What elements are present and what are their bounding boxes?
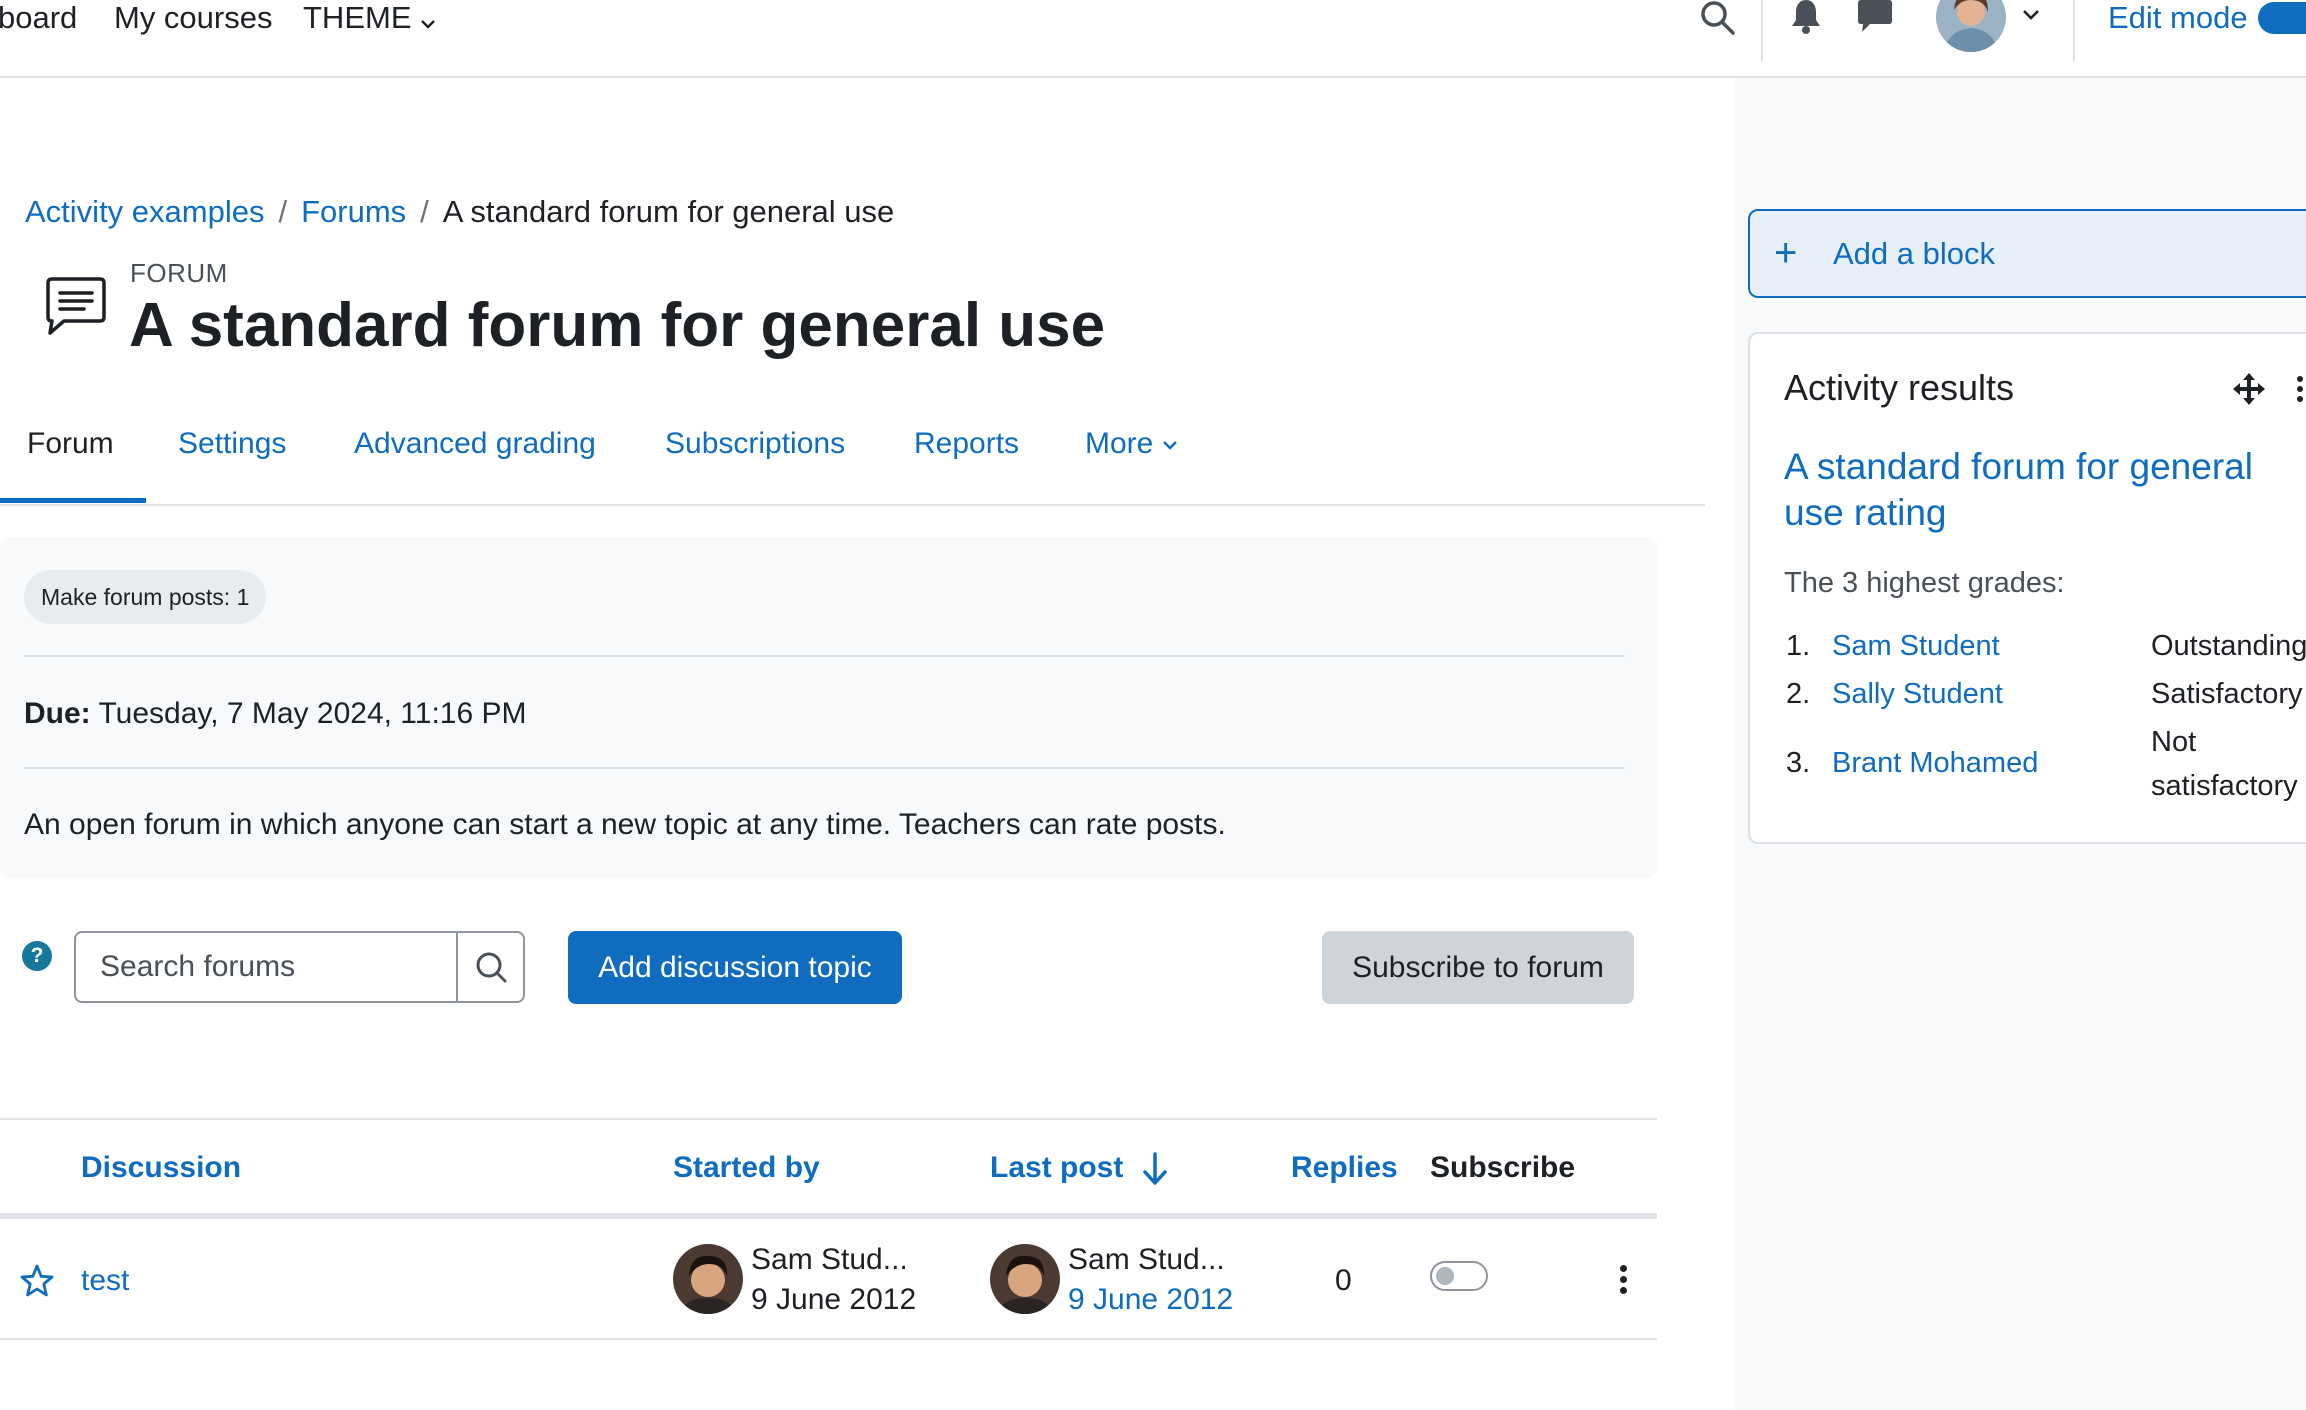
column-header-last-post-label: Last post	[990, 1151, 1124, 1184]
completion-badge: Make forum posts: 1	[24, 570, 267, 624]
tab-forum[interactable]: Forum	[0, 418, 146, 503]
avatar[interactable]	[990, 1244, 1060, 1314]
subscribe-to-forum-button[interactable]: Subscribe to forum	[1322, 931, 1634, 1004]
add-block-label: Add a block	[1833, 236, 1995, 271]
column-header-last-post[interactable]: Last post	[990, 1148, 1168, 1188]
nav-dashboard[interactable]: board	[0, 0, 77, 36]
forum-icon	[44, 275, 108, 344]
discussion-actions-menu-icon[interactable]	[1615, 1265, 1631, 1297]
due-date: Due: Tuesday, 7 May 2024, 11:16 PM	[24, 694, 526, 734]
divider	[24, 655, 1625, 657]
tab-reports[interactable]: Reports	[914, 418, 1019, 502]
activity-results-link[interactable]: A standard forum for general use rating	[1784, 444, 2304, 536]
divider	[24, 767, 1625, 769]
grade-rank: 3.	[1786, 747, 1811, 779]
nav-theme-menu[interactable]: THEME	[303, 0, 436, 36]
breadcrumb-separator: /	[278, 194, 288, 229]
avatar[interactable]	[673, 1244, 743, 1314]
bell-icon[interactable]	[1790, 0, 1822, 39]
add-discussion-topic-button[interactable]: Add discussion topic	[568, 931, 902, 1004]
breadcrumb: Activity examples / Forums / A standard foru…	[25, 192, 894, 232]
user-menu-chevron-icon[interactable]	[2022, 8, 2040, 26]
search-button[interactable]	[456, 933, 525, 1001]
due-value: Tuesday, 7 May 2024, 11:16 PM	[98, 697, 527, 730]
search-icon[interactable]	[1700, 0, 1736, 41]
move-icon[interactable]	[2232, 372, 2266, 411]
user-avatar[interactable]	[1936, 0, 2006, 52]
grades-heading: The 3 highest grades:	[1784, 567, 2065, 599]
star-icon[interactable]	[20, 1264, 54, 1303]
tab-more-label: More	[1085, 427, 1154, 460]
edit-mode-label[interactable]: Edit mode	[2108, 0, 2248, 36]
last-post-date-link[interactable]: 9 June 2012	[1068, 1280, 1233, 1320]
last-post-name: Sam Stud...	[1068, 1243, 1225, 1276]
nav-divider	[1761, 0, 1763, 62]
discussion-title-link[interactable]: test	[81, 1261, 129, 1301]
block-actions-menu-icon[interactable]	[2297, 376, 2303, 406]
tab-advanced-grading[interactable]: Advanced grading	[354, 418, 596, 502]
replies-count[interactable]: 0	[1335, 1261, 1352, 1301]
grade-student-link[interactable]: Sally Student	[1832, 674, 2003, 714]
chevron-down-icon	[1162, 427, 1178, 460]
nav-theme-label: THEME	[303, 0, 412, 35]
page-title: A standard forum for general use	[129, 291, 1106, 360]
grade-student-link[interactable]: Brant Mohamed	[1832, 743, 2038, 783]
edit-mode-toggle[interactable]	[2258, 2, 2306, 34]
chevron-down-icon	[420, 2, 436, 38]
activity-type-label: FORUM	[130, 258, 228, 288]
messages-icon[interactable]	[1858, 0, 1892, 39]
column-header-discussion[interactable]: Discussion	[81, 1148, 241, 1188]
breadcrumb-current: A standard forum for general use	[442, 194, 895, 229]
secondary-nav: Forum Settings Advanced grading Subscrip…	[0, 418, 1705, 506]
add-block-button[interactable]: + Add a block	[1748, 209, 2306, 298]
breadcrumb-activity-examples[interactable]: Activity examples	[25, 194, 264, 229]
grade-value: Not satisfactory	[2151, 726, 2298, 802]
activity-information: Make forum posts: 1 Due: Tuesday, 7 May …	[0, 537, 1657, 878]
subscribe-toggle[interactable]	[1430, 1261, 1488, 1291]
plus-icon: +	[1774, 231, 1798, 275]
search-forums-group	[74, 931, 525, 1003]
block-title: Activity results	[1784, 367, 2015, 408]
grade-rank: 2.	[1786, 678, 1811, 710]
row-border	[0, 1338, 1657, 1340]
grade-student-link[interactable]: Sam Student	[1832, 626, 2000, 666]
sort-descending-icon	[1132, 1151, 1168, 1185]
started-by-name: Sam Stud...	[751, 1243, 908, 1276]
breadcrumb-forums[interactable]: Forums	[301, 194, 406, 229]
tab-settings[interactable]: Settings	[178, 418, 286, 502]
table-top-border	[0, 1118, 1657, 1120]
due-label: Due:	[24, 697, 91, 730]
activity-results-block: Activity results A standard forum for ge…	[1748, 332, 2306, 844]
forum-description: An open forum in which anyone can start …	[24, 808, 1226, 841]
grade-value: Satisfactory	[2151, 678, 2303, 710]
tab-subscriptions[interactable]: Subscriptions	[665, 418, 845, 502]
tab-more[interactable]: More	[1085, 418, 1178, 502]
column-header-subscribe: Subscribe	[1430, 1151, 1576, 1184]
table-header-border	[0, 1213, 1657, 1219]
search-icon	[476, 952, 507, 983]
grade-value: Outstanding	[2151, 630, 2306, 662]
nav-divider	[2073, 0, 2075, 62]
grade-rank: 1.	[1786, 630, 1811, 662]
top-navbar: board My courses THEME Edit mode	[0, 0, 2306, 78]
column-header-started-by[interactable]: Started by	[673, 1148, 820, 1188]
help-icon[interactable]: ?	[22, 941, 52, 971]
nav-my-courses[interactable]: My courses	[114, 0, 272, 36]
search-input[interactable]	[76, 933, 456, 1001]
started-by-date: 9 June 2012	[751, 1283, 917, 1316]
breadcrumb-separator: /	[420, 194, 429, 229]
column-header-replies[interactable]: Replies	[1291, 1148, 1398, 1188]
